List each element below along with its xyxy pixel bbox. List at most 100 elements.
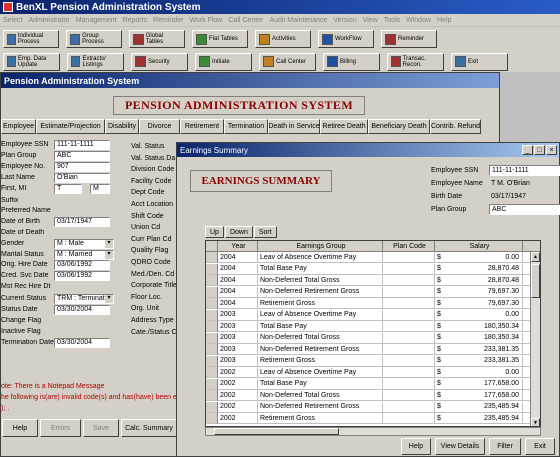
horizontal-scrollbar[interactable]	[205, 427, 541, 436]
tab-contrib-refund[interactable]: Contrib. Refund	[430, 119, 481, 134]
vertical-scrollbar[interactable]: ▲ ▼	[530, 252, 540, 426]
toolbar-button-call-center[interactable]: Call Center	[259, 52, 316, 71]
row-selector[interactable]	[206, 298, 218, 309]
plan-group-value[interactable]: ABC	[489, 203, 560, 215]
table-row[interactable]: 2003Leav of Absence Overtime Pay $0.000.0…	[206, 309, 540, 321]
row-selector[interactable]	[206, 309, 218, 321]
help-button[interactable]: Help	[401, 438, 431, 455]
tab-employee[interactable]: Employee	[1, 119, 36, 134]
table-row[interactable]: 2004 Non-Deferred Retirement Gross $79,697…	[206, 286, 540, 298]
menu-reports[interactable]: Reports	[123, 17, 148, 24]
calc-summary-button[interactable]: Calc. Summary	[121, 419, 177, 437]
table-row[interactable]: 2003Non-Deferred Total Gross$180,350.340…	[206, 332, 540, 344]
row-selector[interactable]	[206, 263, 218, 275]
toolbar-button-billing[interactable]: Billing	[323, 52, 380, 71]
scroll-down-icon[interactable]: ▼	[531, 418, 540, 426]
table-row[interactable]: 2003Total Base Pay$180,350.340.00	[206, 321, 540, 332]
up-button[interactable]: Up	[205, 226, 224, 238]
menu-audit-maintenance[interactable]: Audit Maintenance	[269, 17, 327, 24]
orig-hire-date-input[interactable]: 03/06/1992	[54, 259, 110, 270]
toolbar-button-reminder[interactable]: Reminder	[381, 30, 437, 48]
employee-ssn-input[interactable]: 111-11-1111	[54, 139, 110, 150]
first-mi-input[interactable]: T	[54, 183, 82, 194]
menu-view[interactable]: View	[363, 17, 378, 24]
column-header-plan-code[interactable]: Plan Code	[383, 241, 435, 252]
gender-input[interactable]: M : Male	[54, 238, 114, 249]
row-selector[interactable]	[206, 401, 218, 413]
tab-divorce[interactable]: Divorce	[139, 119, 180, 134]
row-selector[interactable]	[206, 390, 218, 401]
toolbar-button-emp-data-update[interactable]: Emp. Data Update	[3, 52, 60, 71]
middle-initial-input[interactable]: M	[90, 183, 110, 194]
employee-ssn-value[interactable]: 111-11-1111	[489, 164, 560, 176]
tab-beneficiary-death[interactable]: Beneficiary Death	[368, 119, 430, 134]
table-row[interactable]: 2003 Non-Deferred Retirement Gross $233,38…	[206, 344, 540, 355]
row-selector[interactable]	[206, 344, 218, 355]
toolbar-button-transac-recon[interactable]: Transac. Recon.	[387, 52, 444, 71]
plan-group-input[interactable]: ABC	[54, 150, 110, 161]
termination-date-input[interactable]: 03/30/2004	[54, 337, 110, 348]
row-selector[interactable]	[206, 367, 218, 378]
toolbar-button-exit[interactable]: Exit	[451, 52, 508, 71]
row-selector[interactable]	[206, 355, 218, 367]
toolbar-button-extracts-listings[interactable]: Extracts/ Listings	[67, 52, 124, 71]
employee-no-input[interactable]: 907	[54, 161, 110, 172]
scroll-up-icon[interactable]: ▲	[531, 252, 540, 262]
toolbar-button-group-process[interactable]: Group Process	[66, 30, 122, 48]
minimize-icon[interactable]: _	[522, 145, 533, 155]
row-selector[interactable]	[206, 332, 218, 344]
menu-tools[interactable]: Tools	[384, 17, 400, 24]
scroll-thumb[interactable]	[531, 264, 540, 298]
status-date-input[interactable]: 03/30/2004	[54, 304, 110, 315]
errors-button[interactable]: Errors	[40, 419, 81, 437]
marital-status-input[interactable]: M : Married	[54, 249, 114, 260]
tab-death-in-service[interactable]: Death in Service	[268, 119, 320, 134]
menu-version[interactable]: Version	[333, 17, 356, 24]
table-row[interactable]: 2003Retirement Gross$233,381.350.00	[206, 355, 540, 367]
toolbar-button-workflow[interactable]: WorkFlow	[318, 30, 374, 48]
column-header-hours[interactable]: Hours	[523, 241, 540, 252]
tab-retirement[interactable]: Retirement	[180, 119, 224, 134]
date-of-birth-input[interactable]: 03/17/1947	[54, 216, 110, 227]
last-name-input[interactable]: O'Bian	[54, 172, 110, 183]
sort-button[interactable]: Sort	[253, 226, 277, 238]
menu-select[interactable]: Select	[3, 17, 22, 24]
table-row[interactable]: 2002Non-Deferred Total Gross$177,658.000…	[206, 390, 540, 401]
menu-reminder[interactable]: Reminder	[153, 17, 183, 24]
menu-administrator[interactable]: Administrator	[28, 17, 69, 24]
exit-button[interactable]: Exit	[525, 438, 555, 455]
menu-management[interactable]: Management	[76, 17, 117, 24]
hscroll-thumb[interactable]	[214, 428, 339, 435]
tab-estimate-projection[interactable]: Estimate/Projection	[36, 119, 105, 134]
column-header-year[interactable]: Year	[218, 241, 258, 252]
table-row[interactable]: 2004Retirement Gross$79,697.300.00	[206, 298, 540, 309]
table-row[interactable]: 2002Retirement Gross$235,485.940.00	[206, 413, 540, 424]
row-selector[interactable]	[206, 252, 218, 263]
down-button[interactable]: Down	[224, 226, 253, 238]
toolbar-button-security[interactable]: Security	[131, 52, 188, 71]
table-row[interactable]: 2004Non-Deferred Total Gross$28,870.480.…	[206, 275, 540, 286]
tab-termination[interactable]: Termination	[224, 119, 268, 134]
row-selector[interactable]	[206, 275, 218, 286]
row-selector[interactable]	[206, 321, 218, 332]
menu-call-center[interactable]: Call Center	[228, 17, 263, 24]
row-selector[interactable]	[206, 378, 218, 390]
toolbar-button-flat-tables[interactable]: Flat Tables	[192, 30, 248, 48]
tab-disability[interactable]: Disability	[105, 119, 139, 134]
table-row[interactable]: 2002 Non-Deferred Retirement Gross $235,48…	[206, 401, 540, 413]
cred-svc-date-input[interactable]: 03/06/1992	[54, 270, 110, 281]
column-header-salary[interactable]: Salary	[435, 241, 523, 252]
close-icon[interactable]: ×	[546, 145, 557, 155]
menu-help[interactable]: Help	[437, 17, 451, 24]
toolbar-button-individual-process[interactable]: Individual Process	[3, 30, 59, 48]
table-row[interactable]: 2002Leav of Absence Overtime Pay $0.000.0…	[206, 367, 540, 378]
toolbar-button-activities[interactable]: Activities	[255, 30, 311, 48]
toolbar-button-initiate[interactable]: Initiate	[195, 52, 252, 71]
table-row[interactable]: 2004Leav of Absence Overtime Pay $0.000.0…	[206, 252, 540, 263]
filter-button[interactable]: Filter	[489, 438, 521, 455]
table-row[interactable]: 2002Total Base Pay$177,658.000.00	[206, 378, 540, 390]
tab-retiree-death[interactable]: Retiree Death	[320, 119, 368, 134]
row-selector[interactable]	[206, 286, 218, 298]
help-button[interactable]: Help	[2, 419, 38, 437]
menu-window[interactable]: Window	[406, 17, 431, 24]
